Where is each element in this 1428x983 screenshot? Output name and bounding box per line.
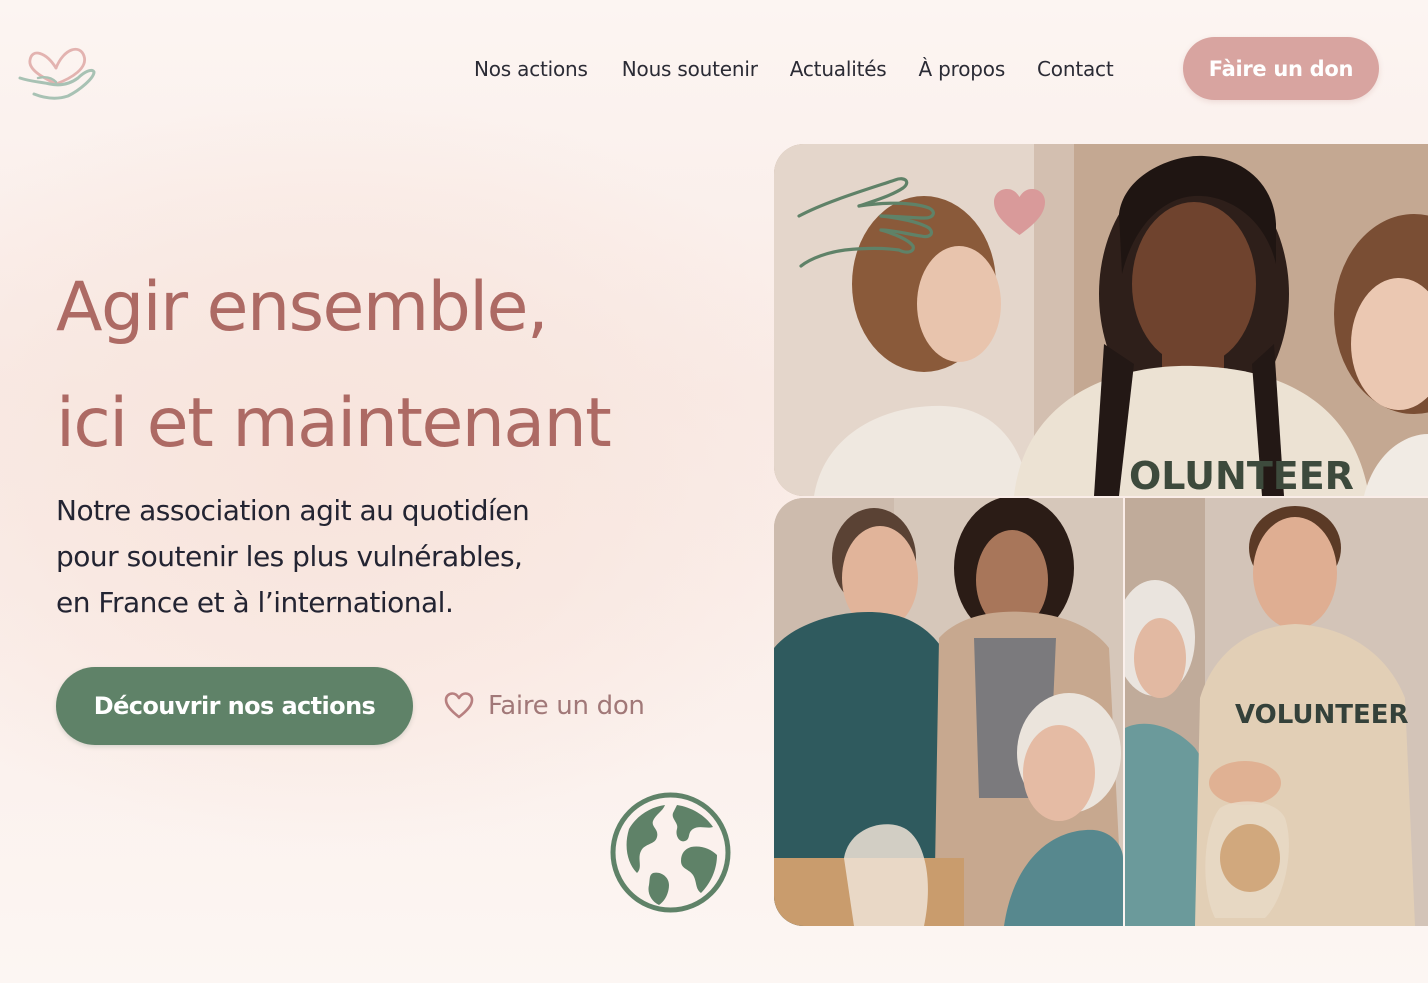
hero-description-line-3: en France et à l’international. xyxy=(56,586,454,619)
shirt-text-bottom: VOLUNTEER xyxy=(1235,700,1409,730)
heart-hand-logo-icon[interactable] xyxy=(16,38,98,104)
hero-description: Notre association agit au quotidíen pour… xyxy=(56,488,530,626)
nav-item-nos-actions[interactable]: Nos actions xyxy=(474,57,588,81)
nav-item-actualites[interactable]: Actualités xyxy=(790,57,887,81)
hero-description-line-2: pour soutenir les plus vulnérables, xyxy=(56,540,523,573)
nav-item-a-propos[interactable]: À propos xyxy=(919,57,1006,81)
heart-icon xyxy=(994,189,1045,235)
secondary-donate-link[interactable]: Faire un don xyxy=(444,686,645,726)
main-nav: Nos actions Nous soutenir Actualités À p… xyxy=(474,52,1114,86)
hero-title: Agir ensemble, ici et maintenant xyxy=(56,250,612,482)
hero-title-line-2: ici et maintenant xyxy=(56,384,612,463)
secondary-donate-label: Faire un don xyxy=(488,691,645,721)
hand-doodle-icon xyxy=(797,177,935,268)
header-donate-button[interactable]: Fàire un don xyxy=(1183,37,1379,100)
globe-icon xyxy=(610,792,731,913)
hero-description-line-1: Notre association agit au quotidíen xyxy=(56,494,530,527)
volunteer-photo-bottom-left xyxy=(774,498,1123,926)
nav-item-contact[interactable]: Contact xyxy=(1037,57,1114,81)
nav-item-nous-soutenir[interactable]: Nous soutenir xyxy=(622,57,758,81)
page-background: Nos actions Nous soutenir Actualités À p… xyxy=(0,0,1428,983)
hero-title-line-1: Agir ensemble, xyxy=(56,268,549,347)
discover-actions-button[interactable]: Découvrir nos actions xyxy=(56,667,413,745)
volunteer-photo-bottom-right: VOLUNTEER xyxy=(1125,498,1428,926)
heart-outline-icon xyxy=(444,692,474,719)
shirt-text-top: OLUNTEER xyxy=(1129,454,1354,496)
